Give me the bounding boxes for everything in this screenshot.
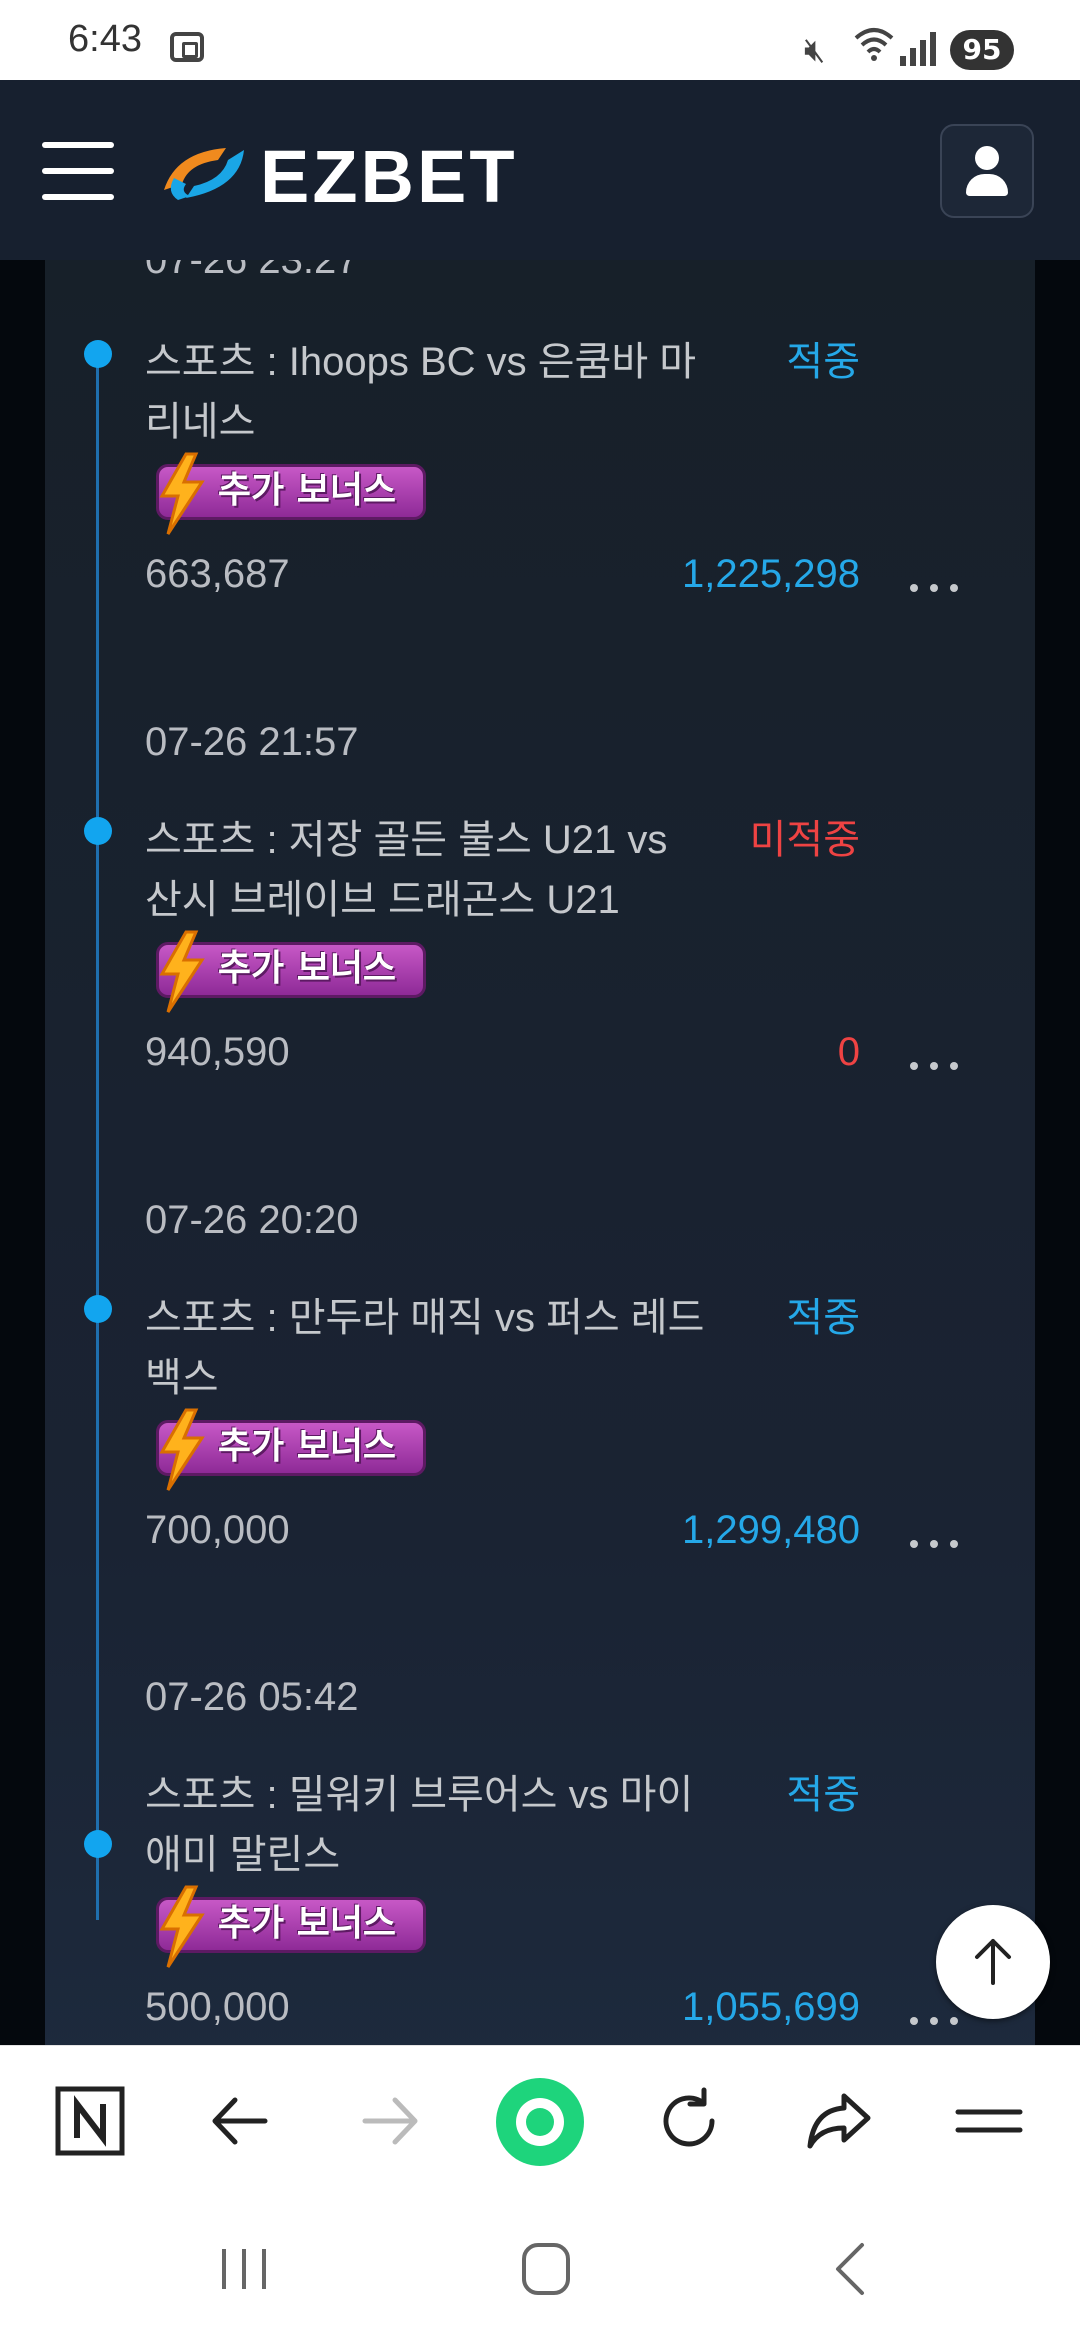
timeline-line: [96, 350, 99, 1920]
forward-arrow-icon[interactable]: [355, 2086, 425, 2156]
system-back-icon[interactable]: [830, 2241, 870, 2297]
bonus-badge: 추가 보너스: [152, 1408, 426, 1491]
app-header: EZBET: [0, 80, 1080, 260]
entry-date: 07-26 20:20: [145, 1198, 359, 1242]
user-icon: [975, 146, 999, 170]
entry-payout: 0: [837, 1030, 860, 1074]
arrow-up-icon: [975, 1939, 1011, 1985]
status-bar: 6:43 🔇︎ 95: [0, 0, 1080, 80]
entry-date: 07-26 05:42: [145, 1675, 359, 1719]
entry-match: 스포츠 : 만두라 매직 vs 퍼스 레드백스: [145, 1296, 705, 1400]
share-icon[interactable]: [804, 2086, 874, 2156]
entry-date: 07-26 23:27: [145, 260, 359, 282]
bonus-badge: 추가 보너스: [152, 452, 426, 535]
home-button-icon[interactable]: [520, 2241, 572, 2297]
more-options-icon[interactable]: [906, 1534, 962, 1554]
entry-match: 스포츠 : Ihoops BC vs 은쿰바 마리네스: [145, 340, 697, 444]
hamburger-menu-icon[interactable]: [42, 142, 114, 202]
refresh-icon[interactable]: [654, 2086, 724, 2156]
entry-result: 미적중: [749, 818, 860, 862]
wifi-icon: [854, 28, 894, 61]
menu-icon[interactable]: [954, 2086, 1024, 2156]
entry-payout: 1,299,480: [682, 1508, 860, 1552]
system-navigation-bar: [0, 2195, 1080, 2340]
entry-bet-amount: 700,000: [145, 1508, 290, 1552]
battery-indicator: 95: [950, 30, 1014, 70]
bonus-badge: 추가 보너스: [152, 930, 426, 1013]
home-circle-icon[interactable]: [494, 2076, 586, 2168]
more-options-icon[interactable]: [906, 1056, 962, 1076]
entry-match: 스포츠 : 밀워키 브루어스 vs 마이애미 말린스: [145, 1773, 694, 1877]
recent-apps-icon[interactable]: [218, 2243, 270, 2295]
entry-result: 적중: [786, 1773, 860, 1817]
entry-date: 07-26 21:57: [145, 720, 359, 764]
entry-result: 적중: [786, 1296, 860, 1340]
entry-payout: 1,055,699: [682, 1985, 860, 2029]
entry-bet-amount: 940,590: [145, 1030, 290, 1074]
more-options-icon[interactable]: [906, 578, 962, 598]
bet-history: 07-26 23:27 스포츠 : Ihoops BC vs 은쿰바 마리네스 …: [0, 260, 1080, 2045]
entry-bet-amount: 500,000: [145, 1985, 290, 2029]
more-options-icon[interactable]: [906, 2011, 962, 2031]
mute-icon: 🔇︎: [804, 30, 826, 70]
timeline-dot: [84, 1830, 112, 1858]
entry-result: 적중: [786, 340, 860, 384]
entry-payout: 1,225,298: [682, 552, 860, 596]
timeline-dot: [84, 817, 112, 845]
timeline-dot: [84, 1295, 112, 1323]
entry-match: 스포츠 : 저장 골든 불스 U21 vs 산시 브레이브 드래곤스 U21: [145, 818, 668, 922]
signal-icon: [900, 30, 938, 66]
logo-text: EZBET: [260, 135, 518, 218]
profile-button[interactable]: [940, 124, 1034, 218]
timeline-dot: [84, 340, 112, 368]
logo-mark-icon: [164, 148, 244, 200]
back-arrow-icon[interactable]: [205, 2086, 275, 2156]
scroll-to-top-button[interactable]: [936, 1905, 1050, 2019]
status-time: 6:43: [68, 18, 142, 60]
naver-n-icon[interactable]: [55, 2086, 125, 2156]
bonus-badge: 추가 보너스: [152, 1885, 426, 1968]
entry-bet-amount: 663,687: [145, 552, 290, 596]
screenshot-icon: [170, 32, 204, 62]
browser-toolbar: [0, 2045, 1080, 2196]
